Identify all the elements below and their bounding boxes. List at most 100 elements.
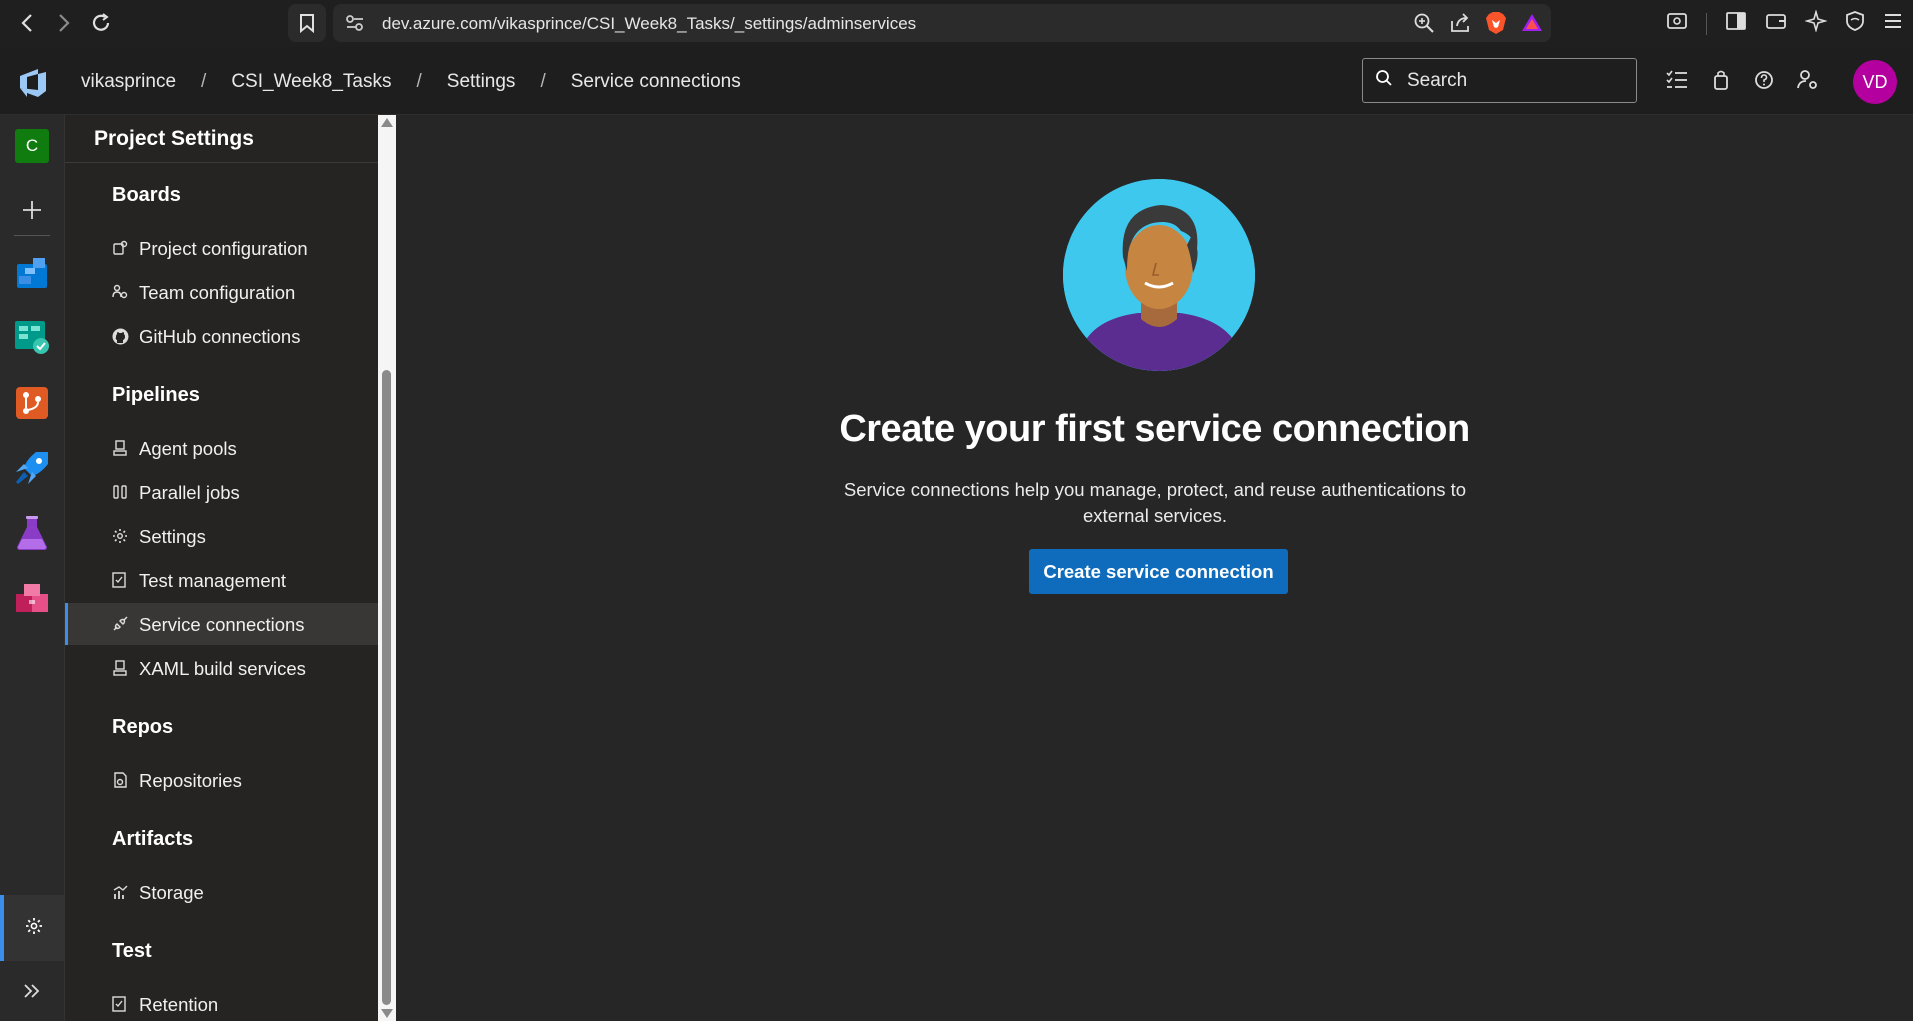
panel-divider — [65, 162, 378, 163]
nav-label: Team configuration — [139, 282, 296, 303]
project-initial: C — [15, 129, 49, 163]
reader-mode-icon[interactable] — [1666, 11, 1688, 36]
project-settings-rail-button[interactable] — [0, 895, 64, 961]
scroll-down-arrow-icon[interactable] — [381, 1009, 393, 1018]
empty-state-title: Create your first service connection — [839, 408, 1470, 450]
create-service-connection-button[interactable]: Create service connection — [1029, 549, 1288, 594]
test-check-icon — [111, 995, 129, 1013]
marketplace-bag-icon[interactable] — [1711, 69, 1731, 96]
section-artifacts: Artifacts — [112, 828, 194, 850]
main-content: Create your first service connection Ser… — [396, 115, 1913, 1021]
gear-icon — [111, 527, 129, 545]
nav-test-management[interactable]: Test management — [65, 559, 378, 601]
back-icon[interactable] — [14, 10, 40, 36]
nav-parallel-jobs[interactable]: Parallel jobs — [65, 471, 378, 513]
pipelines-icon[interactable] — [14, 450, 50, 486]
nav-team-configuration[interactable]: Team configuration — [65, 271, 378, 313]
breadcrumb-settings[interactable]: Settings — [447, 71, 516, 93]
leo-ai-icon[interactable] — [1804, 9, 1828, 37]
project-avatar[interactable]: C — [14, 128, 50, 164]
breadcrumb-separator: / — [416, 71, 422, 92]
nav-service-connections[interactable]: Service connections — [65, 603, 378, 645]
brave-shield-icon[interactable] — [1485, 11, 1507, 40]
url-text[interactable]: dev.azure.com/vikasprince/CSI_Week8_Task… — [382, 14, 916, 34]
sidebar-toggle-icon[interactable] — [1725, 11, 1747, 36]
nav-storage[interactable]: Storage — [65, 871, 378, 913]
search-input[interactable] — [1407, 69, 1607, 92]
nav-label: Project configuration — [139, 238, 308, 259]
artifacts-icon[interactable] — [14, 581, 50, 617]
boards-icon[interactable] — [14, 319, 50, 355]
nav-github-connections[interactable]: GitHub connections — [65, 315, 378, 357]
forward-icon[interactable] — [51, 10, 77, 36]
breadcrumb: vikasprince / CSI_Week8_Tasks / Settings… — [81, 71, 741, 93]
nav-repositories[interactable]: Repositories — [65, 759, 378, 801]
nav-label: Retention — [139, 994, 219, 1015]
left-navigation-rail: C — [0, 115, 65, 1021]
parallel-icon — [111, 483, 129, 501]
nav-xaml-build-services[interactable]: XAML build services — [65, 647, 378, 689]
search-box[interactable] — [1362, 58, 1637, 103]
browser-toolbar: dev.azure.com/vikasprince/CSI_Week8_Task… — [0, 0, 1913, 47]
nav-label: Settings — [139, 526, 206, 547]
breadcrumb-current[interactable]: Service connections — [571, 71, 741, 93]
nav-label: Parallel jobs — [139, 482, 240, 503]
repos-icon[interactable] — [14, 385, 50, 421]
nav-label: Service connections — [139, 614, 305, 635]
user-settings-icon[interactable] — [1797, 69, 1819, 96]
address-bar[interactable]: dev.azure.com/vikasprince/CSI_Week8_Task… — [333, 4, 1551, 42]
section-test: Test — [112, 940, 152, 962]
github-icon — [111, 327, 129, 345]
azure-devops-logo-icon[interactable] — [16, 67, 50, 97]
scroll-thumb[interactable] — [382, 370, 391, 1005]
vpn-icon[interactable] — [1845, 10, 1865, 37]
section-repos: Repos — [112, 716, 174, 738]
reload-icon[interactable] — [88, 10, 114, 36]
agent-pool-icon — [111, 659, 129, 677]
toolbar-divider — [1706, 12, 1707, 35]
nav-retention[interactable]: Retention — [65, 983, 378, 1021]
nav-project-configuration[interactable]: Project configuration — [65, 227, 378, 269]
share-icon[interactable] — [1449, 12, 1471, 39]
zoom-icon[interactable] — [1413, 12, 1435, 39]
search-icon — [1375, 69, 1393, 92]
settings-scrollbar[interactable] — [378, 115, 396, 1021]
checklist-icon[interactable] — [1665, 69, 1689, 96]
team-icon — [111, 283, 129, 301]
storage-chart-icon — [111, 883, 129, 901]
breadcrumb-separator: / — [540, 71, 546, 92]
help-icon[interactable] — [1753, 69, 1775, 96]
nav-label: Repositories — [139, 770, 242, 791]
breadcrumb-project[interactable]: CSI_Week8_Tasks — [231, 71, 391, 93]
rail-divider — [14, 235, 50, 236]
empty-state-description: Service connections help you manage, pro… — [843, 479, 1467, 526]
breadcrumb-separator: / — [201, 71, 207, 92]
expand-chevron-icon[interactable] — [14, 973, 50, 1009]
puzzle-gear-icon — [111, 239, 129, 257]
nav-label: Agent pools — [139, 438, 237, 459]
brave-rewards-icon[interactable] — [1521, 12, 1543, 39]
nav-agent-pools[interactable]: Agent pools — [65, 427, 378, 469]
site-info-icon[interactable] — [345, 14, 365, 37]
breadcrumb-org[interactable]: vikasprince — [81, 71, 176, 93]
new-project-icon[interactable] — [14, 192, 50, 228]
wallet-icon[interactable] — [1765, 11, 1787, 36]
project-settings-panel: Project Settings Boards Project configur… — [65, 115, 378, 1021]
gear-icon — [25, 917, 43, 940]
overview-icon[interactable] — [14, 255, 50, 291]
menu-icon[interactable] — [1883, 12, 1903, 35]
person-illustration — [1063, 179, 1255, 371]
section-boards: Boards — [112, 184, 181, 206]
nav-label: GitHub connections — [139, 326, 301, 347]
nav-label: Test management — [139, 570, 287, 591]
panel-title: Project Settings — [94, 127, 254, 150]
bookmark-icon[interactable] — [288, 4, 326, 42]
section-pipelines: Pipelines — [112, 384, 200, 406]
test-plans-icon[interactable] — [14, 515, 50, 551]
nav-settings[interactable]: Settings — [65, 515, 378, 557]
scroll-up-arrow-icon[interactable] — [381, 118, 393, 127]
nav-label: Storage — [139, 882, 204, 903]
azure-devops-header: vikasprince / CSI_Week8_Tasks / Settings… — [0, 47, 1913, 115]
avatar[interactable]: VD — [1853, 60, 1897, 104]
agent-pool-icon — [111, 439, 129, 457]
